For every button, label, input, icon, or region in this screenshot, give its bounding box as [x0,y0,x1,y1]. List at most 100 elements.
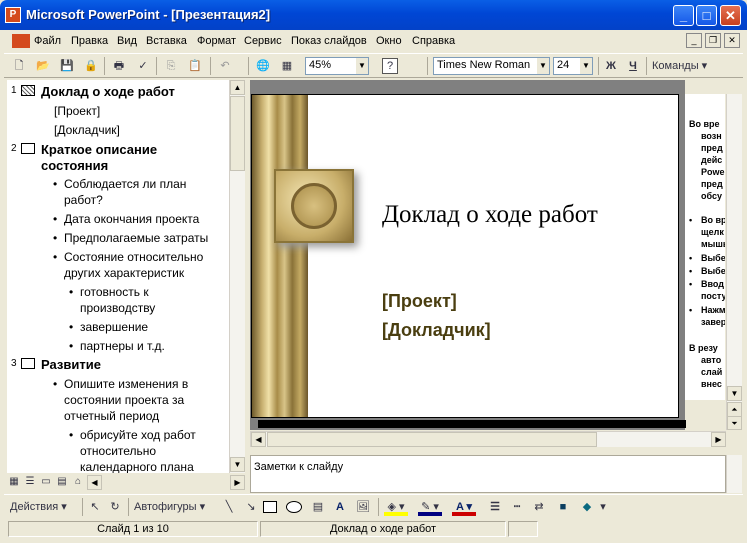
fill-color-icon[interactable]: ◈ ▾ [384,498,408,516]
textbox-icon[interactable]: ▤ [309,498,327,516]
outline-text: отчетный период [64,409,160,423]
outline-text: [Докладчик] [54,123,120,137]
font-select[interactable]: Times New Roman ▼ [433,57,550,75]
outline-view-icon[interactable]: ☰ [23,475,37,489]
notes-scrollbar[interactable] [726,455,742,493]
outline-scrollbar[interactable]: ▲ ▼ [229,80,245,473]
shadow-icon[interactable]: ■ [554,498,572,516]
slide-icon[interactable] [21,143,35,154]
window-title: Microsoft PowerPoint - [Презентация2] [26,7,271,22]
scroll-up-icon[interactable]: ▲ [230,80,245,95]
scroll-right-icon[interactable]: ▶ [711,432,726,447]
slideshow-icon[interactable]: ⌂ [71,475,85,489]
slide-h-scrollbar[interactable]: ◀ ▶ [250,431,726,447]
select-arrow-icon[interactable]: ↖ [86,498,104,516]
menu-help[interactable]: Справка [412,35,455,47]
document-icon[interactable] [12,34,30,48]
wordart-icon[interactable]: A [331,498,349,516]
help-icon[interactable]: ? [382,58,398,74]
doc-close-icon[interactable]: ✕ [724,33,740,48]
oval-icon[interactable] [286,501,302,513]
commands-menu[interactable]: Команды ▾ [652,57,714,75]
scroll-right-icon[interactable]: ▶ [230,475,245,490]
taskpane-text: Нажм [701,305,725,315]
close-button[interactable]: ✕ [720,5,741,26]
actions-menu[interactable]: Действия ▾ [10,498,80,516]
copy-icon[interactable]: ⎘ [162,57,180,75]
hyperlink-icon[interactable]: 🌐 [254,57,272,75]
outline-text: относительно [80,444,157,458]
scroll-down-icon[interactable]: ▼ [230,457,245,472]
menu-window[interactable]: Окно [376,35,402,47]
chevron-down-icon[interactable]: ▾ [598,498,608,516]
splitter[interactable] [250,448,726,454]
taskpane-text: дейс [701,155,723,165]
print-icon[interactable]: 🖶 [110,57,128,75]
bullet-icon: • [689,279,693,289]
bullet-icon: • [53,177,58,191]
autoshapes-menu[interactable]: Автофигуры ▾ [134,498,214,516]
slide-view-icon[interactable]: ▭ [39,475,53,489]
menu-slideshow[interactable]: Показ слайдов [291,35,367,47]
menu-view[interactable]: Вид [117,35,137,47]
undo-icon[interactable]: ↶ [216,57,234,75]
line-icon[interactable]: ╲ [220,498,238,516]
sorter-view-icon[interactable]: ▤ [55,475,69,489]
line-color-icon[interactable]: ✎ ▾ [418,498,442,516]
bullet-icon: • [689,266,693,276]
minimize-button[interactable]: _ [673,5,694,26]
task-pane-scrollbar[interactable]: ▼ ⏶ ⏷ [726,94,742,430]
font-color-icon[interactable]: A ▾ [452,498,476,516]
open-icon[interactable]: 📂 [34,57,52,75]
scroll-thumb[interactable] [267,432,597,447]
permission-icon[interactable]: 🔒 [82,57,100,75]
menu-edit[interactable]: Правка [71,35,108,47]
font-size-select[interactable]: 24 ▼ [553,57,593,75]
scroll-down-icon[interactable]: ▼ [727,386,742,401]
slide-title[interactable]: Доклад о ходе работ [382,201,598,229]
slide-icon[interactable] [21,358,35,369]
outline-pane[interactable]: 1 Доклад о ходе работ [Проект] [Докладчи… [7,80,229,473]
bullet-icon: • [689,305,693,315]
powerpoint-app-icon[interactable]: P [5,7,21,23]
next-slide-icon[interactable]: ⏷ [727,416,742,430]
scroll-left-icon[interactable]: ◀ [251,432,266,447]
save-icon[interactable]: 💾 [58,57,76,75]
insert-table-icon[interactable]: ▦ [278,57,296,75]
chevron-down-icon: ▼ [356,58,368,74]
dash-style-icon[interactable]: ┅ [508,498,526,516]
task-pane[interactable]: Во вре возн пред дейс Powe пред обсу • В… [685,94,725,400]
slide-canvas[interactable]: Доклад о ходе работ [Проект] [Докладчик] [251,94,679,418]
arrow-icon[interactable]: ↘ [242,498,260,516]
slide-speaker[interactable]: [Докладчик] [382,320,491,341]
doc-minimize-icon[interactable]: _ [686,33,702,48]
previous-slide-icon[interactable]: ⏶ [727,402,742,417]
maximize-button[interactable]: □ [696,5,717,26]
menu-format[interactable]: Формат [197,35,236,47]
line-style-icon[interactable]: ☰ [486,498,504,516]
bullet-icon: • [69,339,74,353]
menu-tools[interactable]: Сервис [244,35,282,47]
spelling-icon[interactable]: ✓ [134,57,152,75]
bullet-icon: • [689,253,693,263]
rotate-icon[interactable]: ↻ [106,498,124,516]
bold-button[interactable]: Ж [602,57,620,75]
arrow-style-icon[interactable]: ⇄ [530,498,548,516]
scroll-left-icon[interactable]: ◀ [87,475,102,490]
outline-title: Доклад о ходе работ [41,84,175,99]
underline-button[interactable]: Ч [624,57,642,75]
menu-file[interactable]: Файл [34,35,61,47]
slide-project[interactable]: [Проект] [382,291,457,312]
rectangle-icon[interactable] [263,501,277,513]
paste-icon[interactable]: 📋 [186,57,204,75]
slide-icon[interactable] [21,85,35,96]
zoom-select[interactable]: 45% ▼ [305,57,369,75]
clipart-icon[interactable]: 🖼 [354,498,372,516]
notes-pane[interactable]: Заметки к слайду [250,455,726,493]
normal-view-icon[interactable]: ▦ [7,475,21,489]
doc-restore-icon[interactable]: ❐ [705,33,721,48]
scroll-thumb[interactable] [230,96,245,171]
menu-insert[interactable]: Вставка [146,35,187,47]
new-icon[interactable]: 🗋 [10,57,28,75]
3d-icon[interactable]: ◆ [578,498,596,516]
